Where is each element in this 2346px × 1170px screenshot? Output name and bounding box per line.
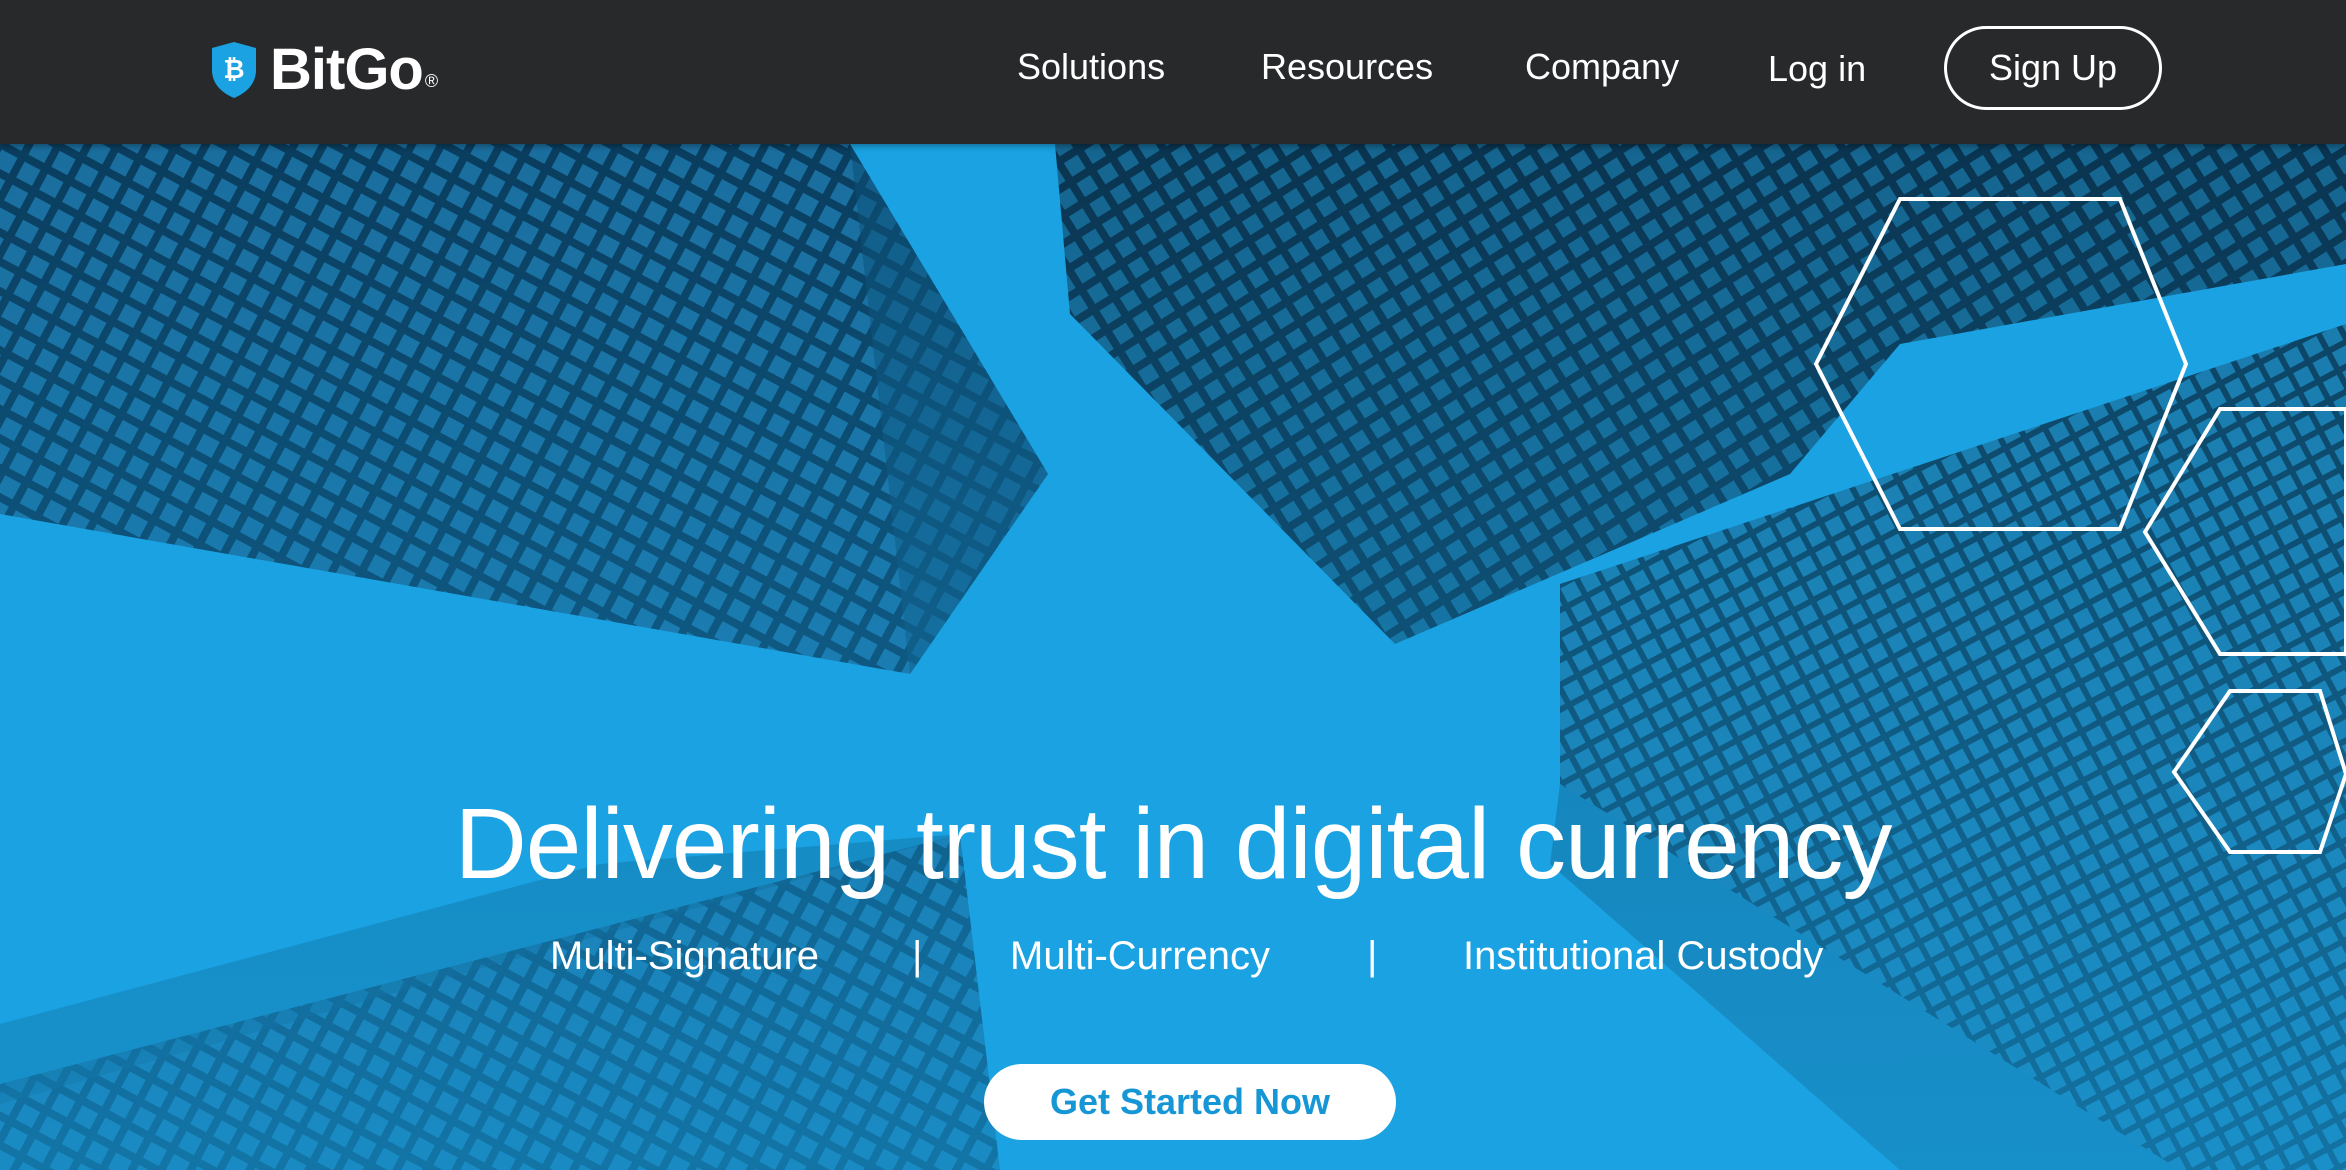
nav-item-solutions[interactable]: Solutions: [1017, 46, 1165, 88]
feature-separator: |: [1367, 934, 1378, 978]
feature-separator: |: [912, 934, 923, 978]
top-navbar: ₿ BitGo ® Solutions Resources Company Lo…: [0, 0, 2346, 144]
nav-item-company[interactable]: Company: [1525, 46, 1679, 88]
shield-icon: ₿: [212, 42, 256, 98]
skyscrapers-background-image: [0, 144, 2346, 1170]
sign-up-button[interactable]: Sign Up: [1944, 26, 2162, 110]
feature-list: Multi-Signature | Multi-Currency | Insti…: [0, 934, 2346, 994]
bitcoin-icon: ₿: [223, 54, 244, 84]
feature-multi-currency: Multi-Currency: [1010, 934, 1271, 978]
hero-headline: Delivering trust in digital currency: [454, 788, 1893, 900]
hero-section: Delivering trust in digital currency Mul…: [0, 144, 2346, 1170]
login-link[interactable]: Log in: [1768, 48, 1866, 90]
logo-wordmark: BitGo: [270, 37, 424, 102]
get-started-button[interactable]: Get Started Now: [984, 1064, 1396, 1140]
feature-multi-signature: Multi-Signature: [550, 934, 820, 978]
nav-item-resources[interactable]: Resources: [1261, 46, 1433, 88]
registered-mark: ®: [424, 70, 439, 91]
bitgo-logo[interactable]: ₿ BitGo ®: [208, 38, 438, 102]
feature-institutional-custody: Institutional Custody: [1463, 934, 1824, 978]
